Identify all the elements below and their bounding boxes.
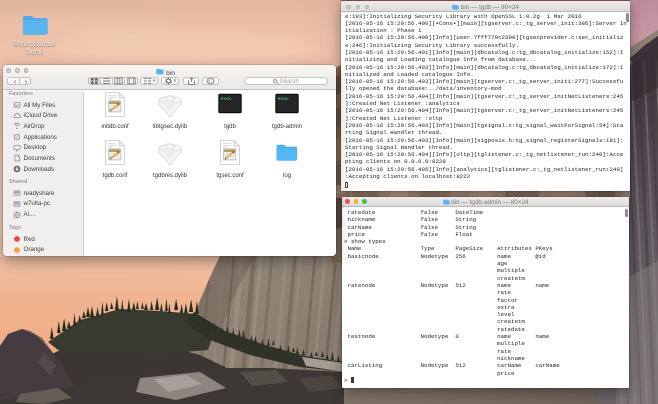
svg-text:A: A	[16, 135, 19, 140]
svg-text:exec: exec	[278, 97, 289, 102]
svg-text:exec: exec	[221, 97, 232, 102]
